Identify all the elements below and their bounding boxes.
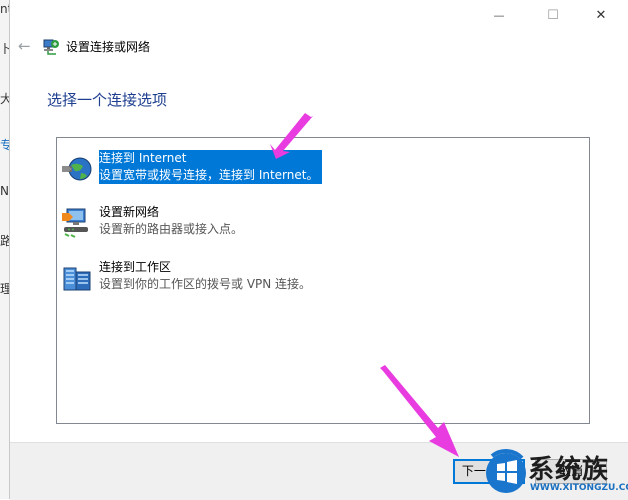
option-title: 设置新网络: [99, 205, 160, 219]
option-title: 连接到 Internet: [99, 151, 187, 165]
back-arrow-icon: ←: [18, 37, 31, 55]
maximize-button[interactable]: ☐: [530, 0, 576, 30]
watermark-name: 系统族: [528, 455, 610, 485]
setup-connection-window: — ☐ ✕ ← 设置连接或网络 选择一个连接选项 连接到 Internet 设置…: [9, 0, 628, 500]
new-network-icon: [62, 208, 88, 238]
window-title: 设置连接或网络: [66, 40, 151, 54]
option-text: 设置新网络 设置新的路由器或接入点。: [99, 204, 243, 238]
background-text: 理: [0, 282, 9, 296]
option-title: 连接到工作区: [99, 260, 172, 274]
background-text: nt: [0, 2, 9, 16]
windows-logo-icon: [486, 449, 526, 493]
globe-icon: [62, 157, 92, 181]
option-description: 设置新的路由器或接入点。: [99, 222, 244, 236]
navigation-bar: ← 设置连接或网络: [10, 30, 628, 62]
maximize-icon: ☐: [547, 7, 559, 23]
background-text: 专: [0, 138, 9, 152]
minimize-icon: —: [493, 8, 505, 22]
background-text: 路: [0, 234, 9, 248]
connection-options-list: 连接到 Internet 设置宽带或拨号连接，连接到 Internet。 设置新…: [56, 137, 590, 424]
background-text: 卜: [0, 42, 9, 56]
title-bar: — ☐ ✕: [10, 0, 628, 30]
option-connect-workplace[interactable]: 连接到工作区 设置到你的工作区的拨号或 VPN 连接。: [61, 259, 319, 295]
option-text: 连接到工作区 设置到你的工作区的拨号或 VPN 连接。: [99, 259, 311, 293]
page-heading: 选择一个连接选项: [47, 91, 168, 109]
watermark-url: WWW.XITONGZU.COM: [530, 483, 628, 493]
watermark: 系统族 WWW.XITONGZU.COM: [484, 446, 628, 499]
option-connect-internet[interactable]: 连接到 Internet 设置宽带或拨号连接，连接到 Internet。: [61, 150, 323, 186]
background-text: 大: [0, 92, 9, 106]
close-icon: ✕: [595, 7, 607, 23]
option-text: 连接到 Internet 设置宽带或拨号连接，连接到 Internet。: [99, 150, 323, 184]
option-setup-new-network[interactable]: 设置新网络 设置新的路由器或接入点。: [61, 204, 319, 240]
minimize-button[interactable]: —: [476, 0, 522, 30]
option-description: 设置宽带或拨号连接，连接到 Internet。: [99, 168, 319, 182]
option-description: 设置到你的工作区的拨号或 VPN 连接。: [99, 277, 312, 291]
workplace-icon: [63, 267, 91, 291]
background-text: N: [0, 184, 9, 198]
network-wizard-icon: [43, 39, 59, 55]
close-button[interactable]: ✕: [578, 0, 624, 30]
back-button[interactable]: ←: [18, 37, 38, 55]
